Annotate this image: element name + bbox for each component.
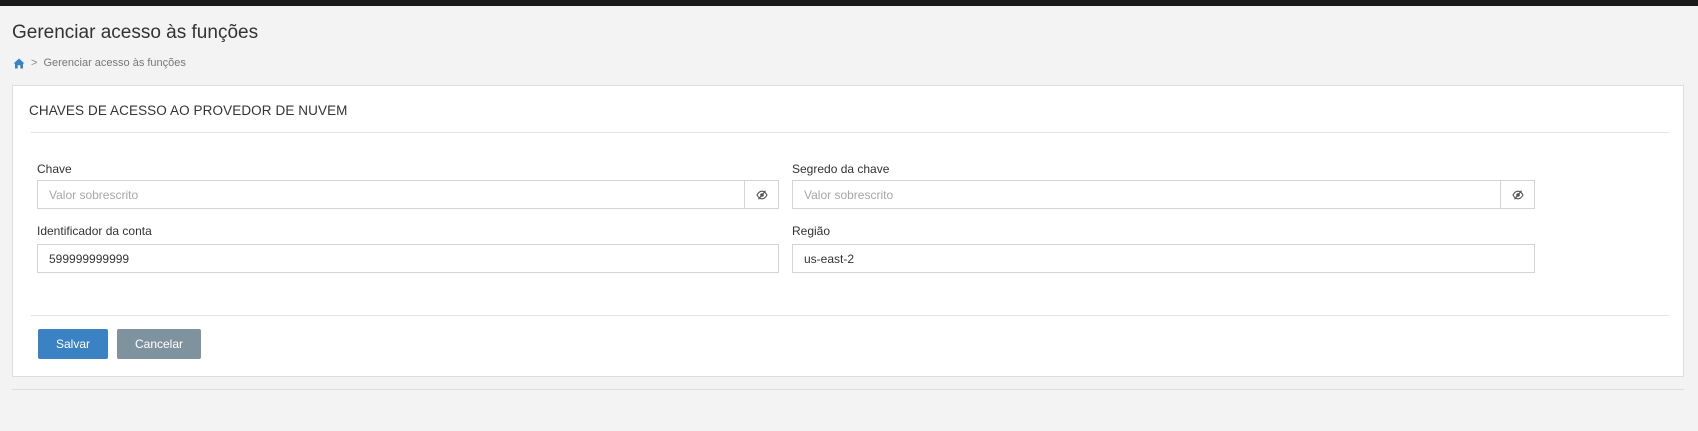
key-secret-input[interactable]: [793, 181, 1500, 208]
key-visibility-toggle[interactable]: [744, 181, 778, 208]
eye-slash-icon: [1511, 189, 1524, 200]
eye-slash-icon: [755, 189, 768, 200]
key-secret-input-group: [792, 180, 1535, 209]
region-input-group: [792, 244, 1535, 273]
panel-title: CHAVES DE ACESSO AO PROVEDOR DE NUVEM: [29, 103, 348, 118]
page-title: Gerenciar acesso às funções: [12, 22, 259, 43]
key-input-group: [37, 180, 779, 209]
home-icon[interactable]: [13, 58, 25, 69]
save-button[interactable]: Salvar: [38, 329, 108, 359]
cloud-keys-panel: CHAVES DE ACESSO AO PROVEDOR DE NUVEM Ch…: [12, 85, 1684, 377]
key-secret-visibility-toggle[interactable]: [1500, 181, 1534, 208]
breadcrumb-current[interactable]: Gerenciar acesso às funções: [43, 57, 185, 69]
account-id-input-group: [37, 244, 779, 273]
key-label: Chave: [37, 162, 72, 176]
region-label: Região: [792, 224, 831, 238]
key-secret-label: Segredo da chave: [792, 162, 890, 176]
page-bottom-line: [12, 389, 1684, 390]
panel-divider: [31, 132, 1669, 133]
account-id-label: Identificador da conta: [37, 224, 152, 238]
top-bar: [0, 0, 1698, 6]
region-input[interactable]: [793, 245, 1534, 272]
breadcrumb: > Gerenciar acesso às funções: [13, 57, 186, 69]
account-id-input[interactable]: [38, 245, 778, 272]
cancel-button[interactable]: Cancelar: [117, 329, 201, 359]
key-input[interactable]: [38, 181, 744, 208]
form-footer-divider: [31, 315, 1669, 316]
breadcrumb-separator: >: [31, 57, 38, 69]
